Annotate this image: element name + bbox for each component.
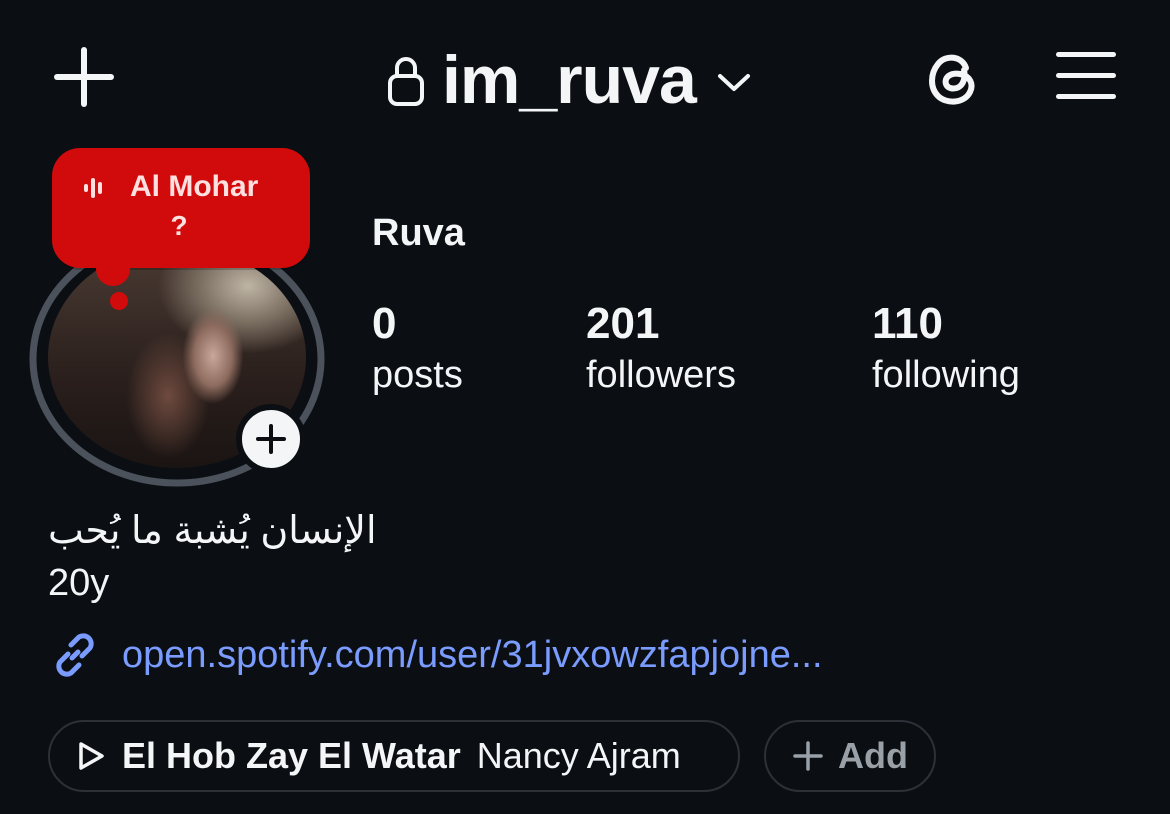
profile-music-chip[interactable]: El Hob Zay El Watar Nancy Ajram (48, 720, 740, 792)
followers-count: 201 (586, 299, 660, 348)
display-name: Ruva (372, 212, 465, 254)
chevron-down-icon (717, 74, 750, 91)
link-icon (56, 633, 94, 677)
username: im_ruva (442, 42, 697, 118)
song-title: El Hob Zay El Watar (122, 735, 461, 776)
lock-icon (388, 57, 424, 106)
following-label: following (872, 354, 1020, 396)
bio-text: الإنسان يُشبة ما يُحب (48, 510, 377, 552)
note-bubble-tail-dot (110, 292, 128, 310)
add-button[interactable]: Add (764, 720, 936, 792)
account-switcher[interactable]: im_ruva (388, 40, 752, 120)
threads-icon[interactable] (920, 44, 986, 110)
add-label: Add (838, 735, 908, 776)
audio-wave-icon (84, 178, 102, 198)
bio-link-text: open.spotify.com/user/31jvxowzfapjojne..… (122, 633, 823, 676)
play-icon (79, 742, 104, 770)
add-story-button[interactable] (236, 404, 306, 474)
note-bubble[interactable] (52, 148, 310, 268)
bio-link[interactable]: open.spotify.com/user/31jvxowzfapjojne..… (48, 628, 823, 682)
followers-stat[interactable]: 201 followers (586, 298, 736, 400)
posts-label: posts (372, 354, 463, 396)
following-count: 110 (872, 299, 943, 348)
plus-icon (793, 741, 823, 771)
plus-icon (256, 424, 286, 454)
following-stat[interactable]: 110 following (872, 298, 1020, 400)
note-subtitle: ? (170, 210, 188, 241)
menu-icon[interactable] (1056, 52, 1118, 100)
note-bubble-tail (96, 252, 130, 286)
create-plus-icon[interactable] (50, 44, 118, 112)
bio-age: 20y (48, 562, 110, 604)
posts-stat[interactable]: 0 posts (372, 298, 463, 400)
followers-label: followers (586, 354, 736, 396)
posts-count: 0 (372, 299, 397, 348)
note-title: Al Mohar (130, 170, 259, 203)
song-artist: Nancy Ajram (476, 735, 681, 776)
